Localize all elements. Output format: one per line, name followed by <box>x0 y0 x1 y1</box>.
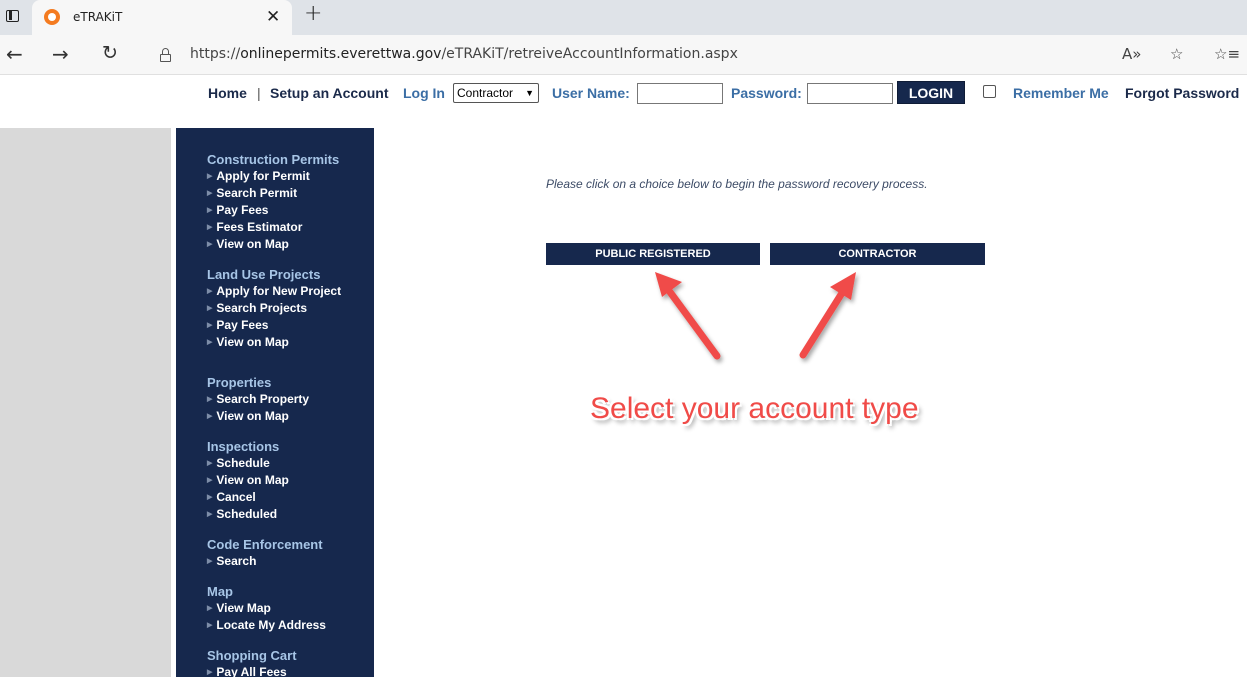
arrow-right-icon: ▶ <box>207 224 213 231</box>
password-input[interactable] <box>807 83 893 104</box>
etrakit-favicon-icon <box>44 9 60 25</box>
lock-icon[interactable] <box>160 48 171 62</box>
url-field[interactable]: https://onlinepermits.everettwa.gov/eTRA… <box>190 46 738 62</box>
arrow-right-icon: ▶ <box>207 511 213 518</box>
nav-item-pay-fees[interactable]: ▶ Pay Fees <box>207 317 374 334</box>
nav-item-locate-my-address[interactable]: ▶ Locate My Address <box>207 617 374 634</box>
arrow-right-icon: ▶ <box>207 413 213 420</box>
username-input[interactable] <box>637 83 723 104</box>
log-in-label: Log In <box>403 85 445 101</box>
nav-item-view-on-map[interactable]: ▶ View on Map <box>207 236 374 253</box>
annotation-label: Select your account type <box>590 392 919 425</box>
tab-actions-icon[interactable] <box>4 8 20 24</box>
login-button[interactable]: LOGIN <box>897 81 965 104</box>
arrow-right-icon: ▶ <box>207 241 213 248</box>
nav-section-title: Shopping Cart <box>207 648 297 663</box>
new-tab-icon[interactable]: + <box>304 1 322 26</box>
nav-item-view-on-map[interactable]: ▶ View on Map <box>207 334 374 351</box>
nav-item-fees-estimator[interactable]: ▶ Fees Estimator <box>207 219 374 236</box>
forgot-password-link[interactable]: Forgot Password <box>1125 85 1239 101</box>
arrow-right-icon: ▶ <box>207 494 213 501</box>
arrow-right-icon: ▶ <box>207 460 213 467</box>
remember-me-label: Remember Me <box>1013 85 1109 101</box>
nav-item-scheduled[interactable]: ▶ Scheduled <box>207 506 374 523</box>
sidebar-nav: Construction Permits ▶ Apply for Permit ▶… <box>176 128 374 677</box>
arrow-right-icon: ▶ <box>207 173 213 180</box>
arrow-right-icon: ▶ <box>207 477 213 484</box>
nav-section-properties: Properties ▶ Search Property ▶ View on Map <box>207 375 374 425</box>
nav-item-schedule[interactable]: ▶ Schedule <box>207 455 374 472</box>
arrow-to-contractor-icon <box>799 272 856 359</box>
nav-item-search-permit[interactable]: ▶ Search Permit <box>207 185 374 202</box>
nav-item-view-on-map[interactable]: ▶ View on Map <box>207 408 374 425</box>
refresh-icon[interactable]: ↻ <box>102 42 118 64</box>
nav-section-title: Inspections <box>207 439 280 454</box>
username-label: User Name: <box>552 85 630 101</box>
nav-section-title: Construction Permits <box>207 152 340 167</box>
back-icon[interactable]: ← <box>6 42 23 66</box>
nav-section-title: Land Use Projects <box>207 267 321 282</box>
nav-section-land-use-projects: Land Use Projects ▶ Apply for New Project… <box>207 267 374 351</box>
favorites-icon[interactable]: ☆≡ <box>1214 45 1240 63</box>
nav-item-view-map[interactable]: ▶ View Map <box>207 600 374 617</box>
password-label: Password: <box>731 85 802 101</box>
nav-item-search[interactable]: ▶ Search <box>207 553 374 570</box>
tab-title: eTRAKiT <box>73 10 123 24</box>
browser-address-bar: ← → ↻ https://onlinepermits.everettwa.go… <box>0 35 1247 75</box>
nav-item-apply-for-permit[interactable]: ▶ Apply for Permit <box>207 168 374 185</box>
arrow-right-icon: ▶ <box>207 605 213 612</box>
add-favorite-icon[interactable]: ☆ <box>1170 45 1183 63</box>
browser-tab[interactable]: eTRAKiT ✕ <box>32 0 292 35</box>
arrow-to-public-registered-icon <box>655 272 721 360</box>
home-link[interactable]: Home <box>208 85 247 101</box>
arrow-right-icon: ▶ <box>207 322 213 329</box>
nav-section-map: Map ▶ View Map ▶ Locate My Address <box>207 584 374 634</box>
arrow-right-icon: ▶ <box>207 207 213 214</box>
arrow-right-icon: ▶ <box>207 396 213 403</box>
nav-item-search-projects[interactable]: ▶ Search Projects <box>207 300 374 317</box>
chevron-down-icon: ▼ <box>525 88 534 98</box>
account-type-select[interactable]: Contractor ▼ <box>453 83 539 103</box>
arrow-right-icon: ▶ <box>207 190 213 197</box>
tab-close-icon[interactable]: ✕ <box>266 7 280 27</box>
arrow-right-icon: ▶ <box>207 339 213 346</box>
nav-section-title: Map <box>207 584 233 599</box>
forward-icon[interactable]: → <box>52 42 69 66</box>
read-aloud-icon[interactable]: A» <box>1122 45 1141 63</box>
nav-section-inspections: Inspections ▶ Schedule ▶ View on Map ▶ Canc… <box>207 439 374 523</box>
instruction-text: Please click on a choice below to begin … <box>546 177 928 191</box>
login-bar: Home | Setup an Account Log In Contracto… <box>0 80 1247 106</box>
public-registered-button[interactable]: PUBLIC REGISTERED <box>546 243 760 265</box>
browser-tab-bar: eTRAKiT ✕ + <box>0 0 1247 35</box>
nav-section-shopping-cart: Shopping Cart ▶ Pay All Fees <box>207 648 374 677</box>
nav-section-construction-permits: Construction Permits ▶ Apply for Permit ▶… <box>207 152 374 253</box>
arrow-right-icon: ▶ <box>207 558 213 565</box>
contractor-button[interactable]: CONTRACTOR <box>770 243 985 265</box>
nav-section-title: Properties <box>207 375 272 390</box>
nav-item-apply-for-new-project[interactable]: ▶ Apply for New Project <box>207 283 374 300</box>
nav-section-title: Code Enforcement <box>207 537 323 552</box>
nav-item-view-on-map[interactable]: ▶ View on Map <box>207 472 374 489</box>
arrow-right-icon: ▶ <box>207 669 213 676</box>
nav-section-code-enforcement: Code Enforcement ▶ Search <box>207 537 374 570</box>
arrow-right-icon: ▶ <box>207 288 213 295</box>
remember-me-checkbox[interactable] <box>983 85 996 98</box>
left-gray-panel <box>0 128 171 677</box>
nav-item-search-property[interactable]: ▶ Search Property <box>207 391 374 408</box>
nav-item-cancel[interactable]: ▶ Cancel <box>207 489 374 506</box>
arrow-right-icon: ▶ <box>207 305 213 312</box>
nav-item-pay-all-fees[interactable]: ▶ Pay All Fees <box>207 664 374 677</box>
setup-account-link[interactable]: Setup an Account <box>270 85 389 101</box>
arrow-right-icon: ▶ <box>207 622 213 629</box>
separator: | <box>257 85 261 101</box>
nav-item-pay-fees[interactable]: ▶ Pay Fees <box>207 202 374 219</box>
